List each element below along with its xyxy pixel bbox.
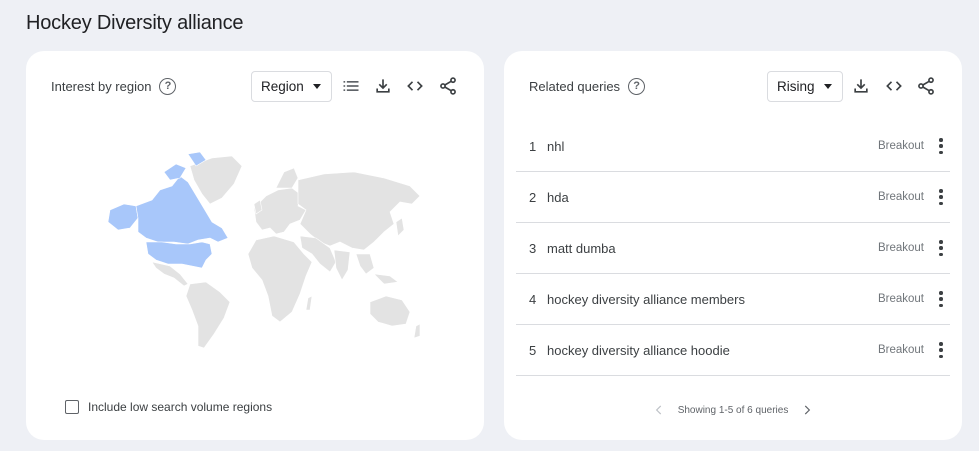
rising-dropdown-value: Rising [777,79,815,94]
low-volume-checkbox-label: Include low search volume regions [88,400,273,414]
related-queries-header: Related queries ? [529,78,646,95]
related-queries-card: Related queries ? Rising 1 nhl Breakout … [504,51,962,440]
query-rank: 1 [529,138,537,154]
interest-by-region-title: Interest by region [51,79,152,94]
low-volume-checkbox[interactable] [65,400,79,414]
low-volume-checkbox-row[interactable]: Include low search volume regions [65,400,272,414]
query-row[interactable]: 2 hda Breakout [516,172,950,223]
query-value: Breakout [877,344,924,356]
query-value: Breakout [877,140,924,152]
chevron-right-icon[interactable] [800,403,814,417]
caret-down-icon [823,84,832,89]
caret-down-icon [312,84,321,89]
query-text[interactable]: nhl [547,139,564,154]
more-vert-icon[interactable] [939,240,943,256]
more-vert-icon[interactable] [939,138,943,154]
share-icon[interactable] [915,75,937,97]
download-icon[interactable] [850,75,872,97]
query-row[interactable]: 1 nhl Breakout [516,121,950,172]
download-icon[interactable] [372,75,394,97]
interest-by-region-card: Interest by region ? Region Include low … [26,51,484,440]
rising-dropdown[interactable]: Rising [767,71,843,102]
query-value: Breakout [877,242,924,254]
query-text[interactable]: matt dumba [547,241,616,256]
query-rank: 5 [529,342,537,358]
region-dropdown[interactable]: Region [251,71,332,102]
query-text[interactable]: hockey diversity alliance members [547,292,745,307]
list-icon[interactable] [340,75,362,97]
more-vert-icon[interactable] [939,342,943,358]
embed-icon[interactable] [404,75,426,97]
query-row[interactable]: 3 matt dumba Breakout [516,223,950,274]
query-row[interactable]: 4 hockey diversity alliance members Brea… [516,274,950,325]
query-rank: 3 [529,240,537,256]
help-icon[interactable]: ? [159,78,177,95]
embed-icon[interactable] [883,75,905,97]
query-rank: 4 [529,291,537,307]
world-map[interactable] [94,146,424,356]
related-queries-list: 1 nhl Breakout 2 hda Breakout 3 matt dum… [516,121,950,376]
pagination-label: Showing 1-5 of 6 queries [677,404,789,416]
more-vert-icon[interactable] [939,291,943,307]
query-row[interactable]: 5 hockey diversity alliance hoodie Break… [516,325,950,376]
related-queries-title: Related queries [529,79,621,94]
query-rank: 2 [529,189,537,205]
query-text[interactable]: hockey diversity alliance hoodie [547,343,730,358]
page-title: Hockey Diversity alliance [26,12,244,34]
query-value: Breakout [877,191,924,203]
chevron-left-icon[interactable] [652,403,666,417]
region-dropdown-value: Region [261,79,304,94]
interest-by-region-header: Interest by region ? [51,78,177,95]
more-vert-icon[interactable] [939,189,943,205]
query-text[interactable]: hda [547,190,569,205]
pagination: Showing 1-5 of 6 queries [504,403,962,417]
share-icon[interactable] [437,75,459,97]
help-icon[interactable]: ? [628,78,646,95]
query-value: Breakout [877,293,924,305]
